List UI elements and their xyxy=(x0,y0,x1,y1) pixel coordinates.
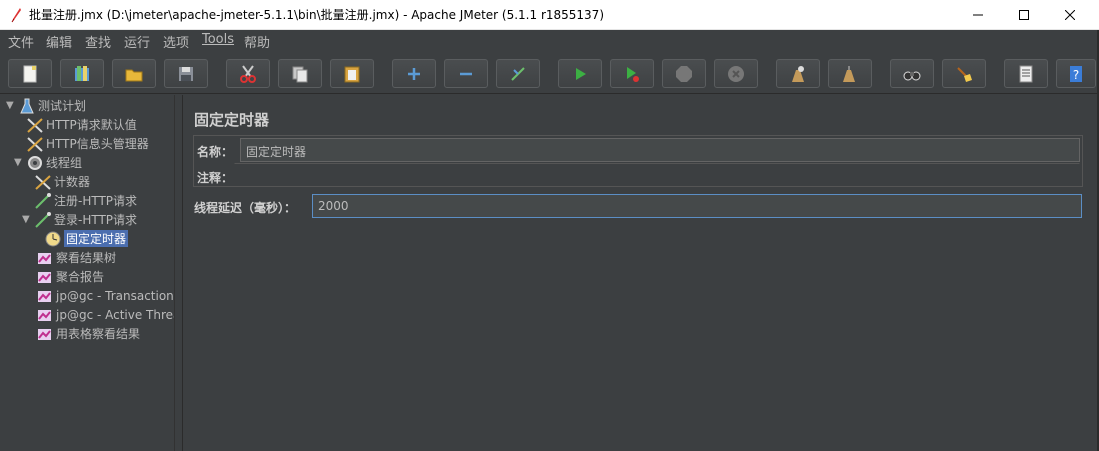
listener-icon xyxy=(36,288,54,304)
config-icon xyxy=(34,174,52,190)
comment-label: 注释： xyxy=(197,171,234,185)
name-comment-group: 名称： 固定定时器 注释： xyxy=(193,135,1083,187)
expand-arrow-icon[interactable]: ▼ xyxy=(14,157,26,168)
search-button[interactable] xyxy=(890,59,934,88)
tree-node-thread-group[interactable]: ▼ 线程组 xyxy=(14,153,82,172)
menu-file[interactable]: 文件 xyxy=(8,32,34,51)
page-title: 固定定时器 xyxy=(194,111,270,129)
tree-node-aggregate-report[interactable]: 聚合报告 xyxy=(36,267,104,286)
reset-search-button[interactable] xyxy=(942,59,986,88)
expand-arrow-icon[interactable]: ▼ xyxy=(6,100,18,111)
toggle-icon xyxy=(511,66,525,81)
config-icon xyxy=(26,117,44,133)
menu-bar: 文件 编辑 查找 运行 选项 Tools 帮助 xyxy=(0,30,1099,51)
reset-search-icon xyxy=(957,66,972,82)
save-button[interactable] xyxy=(164,59,208,88)
comment-field[interactable] xyxy=(234,163,1080,185)
minimize-icon xyxy=(973,14,983,16)
close-button[interactable] xyxy=(1047,0,1093,30)
expand-all-button[interactable] xyxy=(392,59,436,88)
menu-help[interactable]: 帮助 xyxy=(244,32,270,51)
listener-icon xyxy=(36,326,54,342)
tree-node-header-manager[interactable]: HTTP信息头管理器 xyxy=(26,134,149,153)
close-icon xyxy=(1065,10,1075,20)
tree-node-login-request[interactable]: ▼ 登录-HTTP请求 xyxy=(22,210,137,229)
toolbar: ? xyxy=(0,51,1099,94)
save-icon xyxy=(179,66,193,81)
new-button[interactable] xyxy=(8,59,52,88)
constant-timer-panel: 固定定时器 名称： 固定定时器 注释： 线程延迟（毫秒）： 2000 xyxy=(184,95,1099,451)
maximize-icon xyxy=(1019,10,1029,20)
cut-icon xyxy=(240,64,256,83)
collapse-icon xyxy=(460,72,472,75)
sampler-icon xyxy=(34,211,52,228)
tree-node-table-results[interactable]: 用表格察看结果 xyxy=(36,324,140,343)
sampler-icon xyxy=(34,192,52,209)
test-plan-icon xyxy=(18,98,36,114)
templates-button[interactable] xyxy=(60,59,104,88)
title-bar: 批量注册.jmx (D:\jmeter\apache-jmeter-5.1.1\… xyxy=(0,0,1099,30)
listener-icon xyxy=(36,307,54,323)
thread-delay-label: 线程延迟（毫秒）： xyxy=(194,201,297,215)
menu-options[interactable]: 选项 xyxy=(163,32,189,51)
open-icon xyxy=(125,69,143,81)
toggle-button[interactable] xyxy=(496,59,540,88)
split-pane-divider[interactable] xyxy=(174,95,183,451)
start-no-pause-button[interactable] xyxy=(610,59,654,88)
name-label: 名称： xyxy=(197,145,234,159)
stop-button[interactable] xyxy=(662,59,706,88)
start-no-pause-icon xyxy=(627,66,639,82)
copy-button[interactable] xyxy=(278,59,322,88)
paste-button[interactable] xyxy=(330,59,374,88)
tree-node-test-plan[interactable]: ▼ 测试计划 xyxy=(6,96,86,115)
thread-group-icon xyxy=(26,155,44,171)
tree-node-constant-timer[interactable]: 固定定时器 xyxy=(44,229,129,248)
stop-icon xyxy=(676,65,692,82)
cut-button[interactable] xyxy=(226,59,270,88)
collapse-all-button[interactable] xyxy=(444,59,488,88)
maximize-button[interactable] xyxy=(1001,0,1047,30)
templates-icon xyxy=(75,65,89,81)
listener-icon xyxy=(36,269,54,285)
timer-icon xyxy=(44,231,62,247)
paste-icon xyxy=(344,66,360,82)
start-icon xyxy=(576,67,586,80)
tree-node-active-threads[interactable]: jp@gc - Active Threac xyxy=(36,305,174,324)
menu-edit[interactable]: 编辑 xyxy=(46,32,72,51)
search-icon xyxy=(903,71,921,80)
jmeter-feather-icon xyxy=(9,7,23,23)
clear-icon xyxy=(792,65,804,82)
function-helper-icon xyxy=(1019,65,1033,82)
menu-run[interactable]: 运行 xyxy=(124,32,150,51)
minimize-button[interactable] xyxy=(955,0,1001,30)
open-button[interactable] xyxy=(112,59,156,88)
window-title: 批量注册.jmx (D:\jmeter\apache-jmeter-5.1.1\… xyxy=(29,8,604,22)
tree-node-counter[interactable]: 计数器 xyxy=(34,172,90,191)
name-field[interactable]: 固定定时器 xyxy=(240,138,1080,162)
thread-delay-input[interactable]: 2000 xyxy=(312,194,1082,218)
copy-icon xyxy=(292,66,308,82)
tree-node-view-results-tree[interactable]: 察看结果树 xyxy=(36,248,116,267)
clear-button[interactable] xyxy=(776,59,820,88)
tree-node-transactions[interactable]: jp@gc - Transactions xyxy=(36,286,174,305)
function-helper-button[interactable] xyxy=(1004,59,1048,88)
expand-icon xyxy=(408,67,420,80)
help-icon: ? xyxy=(1070,65,1082,82)
clear-all-icon xyxy=(843,65,855,82)
svg-text:?: ? xyxy=(1073,68,1079,82)
listener-icon xyxy=(36,250,54,266)
tree-node-http-defaults[interactable]: HTTP请求默认值 xyxy=(26,115,137,134)
clear-all-button[interactable] xyxy=(828,59,872,88)
config-icon xyxy=(26,136,44,152)
shutdown-button[interactable] xyxy=(714,59,758,88)
shutdown-icon xyxy=(728,65,744,82)
new-icon xyxy=(23,65,37,82)
menu-tools[interactable]: Tools xyxy=(202,32,234,47)
tree-node-register-request[interactable]: 注册-HTTP请求 xyxy=(34,191,137,210)
help-button[interactable]: ? xyxy=(1056,59,1096,88)
expand-arrow-icon[interactable]: ▼ xyxy=(22,214,34,225)
menu-search[interactable]: 查找 xyxy=(85,32,111,51)
test-plan-tree: ▼ 测试计划 HTTP请求默认值 HTTP信息头管理器 ▼ 线程组 计数器 注册… xyxy=(0,95,174,451)
start-button[interactable] xyxy=(558,59,602,88)
